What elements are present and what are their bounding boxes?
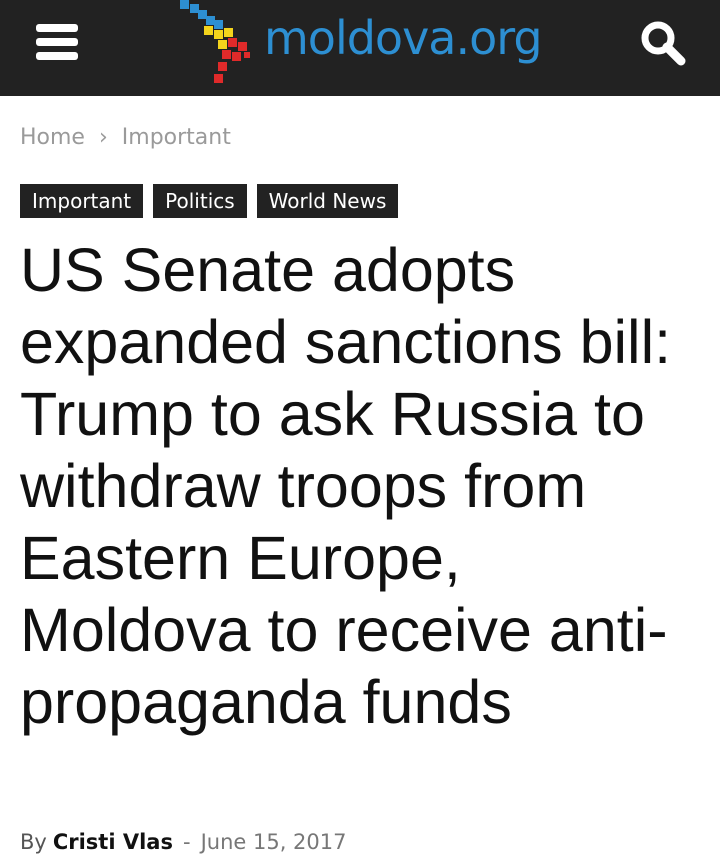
breadcrumb: Home › Important — [20, 122, 231, 154]
tag-world-news[interactable]: World News — [256, 184, 399, 218]
article-title: US Senate adopts expanded sanctions bill… — [20, 236, 672, 736]
tag-politics[interactable]: Politics — [153, 184, 247, 218]
tag-important[interactable]: Important — [20, 184, 144, 218]
category-tags: Important Politics World News — [20, 184, 408, 218]
breadcrumb-current-link[interactable]: Important — [122, 125, 231, 150]
author-link[interactable]: Cristi Vlas — [53, 830, 173, 854]
breadcrumb-separator: › — [98, 125, 108, 150]
site-header: moldova.org — [0, 0, 720, 96]
breadcrumb-home-link[interactable]: Home — [20, 125, 85, 150]
byline-prefix: By — [20, 830, 47, 854]
logo-text: moldova.org — [264, 11, 543, 65]
byline-separator: - — [182, 830, 191, 854]
hamburger-menu-icon[interactable] — [30, 22, 80, 62]
moldova-map-icon — [180, 0, 250, 83]
site-logo[interactable]: moldova.org — [178, 0, 558, 96]
search-icon[interactable] — [636, 16, 692, 72]
publish-date: June 15, 2017 — [200, 830, 347, 854]
article-byline: By Cristi Vlas - June 15, 2017 — [20, 826, 347, 858]
